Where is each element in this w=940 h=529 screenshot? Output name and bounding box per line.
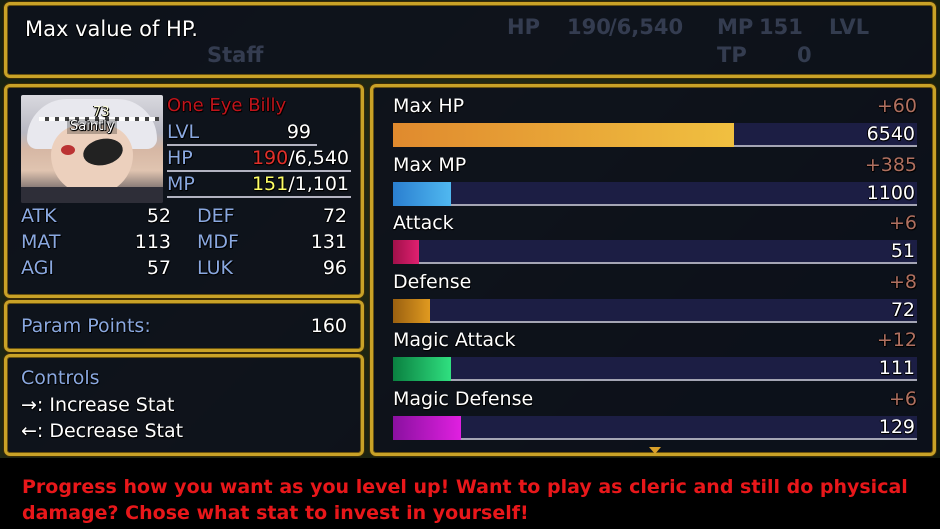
stat-gauge-fill (393, 181, 451, 206)
stat-row-max-hp[interactable]: Max HP +60 6540 (389, 95, 919, 153)
stat-gauge (393, 181, 917, 206)
state-tag: 73 Saintly (23, 97, 161, 134)
stat-bonus: +60 (876, 95, 917, 117)
stat-value: 1100 (866, 181, 915, 204)
mp-value: 151/1,101 (193, 173, 349, 195)
stat-bonus: +385 (864, 153, 917, 176)
level-badge: 73 (93, 105, 110, 120)
stat-row-attack[interactable]: Attack +6 51 (389, 212, 919, 270)
param-value: 113 (134, 231, 171, 253)
increase-hint: →: Increase Stat (21, 394, 175, 416)
actor-name: One Eye Billy (167, 95, 287, 116)
stat-name: Max MP (393, 153, 467, 176)
param-value: 96 (322, 257, 347, 279)
hp-label: HP (167, 147, 193, 169)
level-value: 99 (286, 121, 311, 143)
mp-max: /1,101 (288, 173, 349, 195)
bg-hp-label: HP (507, 15, 540, 39)
stat-name: Attack (393, 212, 454, 235)
stat-value: 51 (890, 240, 915, 263)
bg-mp-cur: 151 (759, 15, 803, 39)
hp-value: 190/6,540 (193, 147, 349, 169)
stat-bonus: +8 (888, 270, 917, 293)
stat-bonus: +12 (876, 329, 917, 352)
bg-lvl-label: LVL (829, 15, 870, 39)
bg-hp-cur: 190 (567, 15, 611, 39)
mp-label: MP (167, 173, 195, 195)
hp-current: 190 (251, 147, 289, 169)
stat-gauge-fill (393, 240, 420, 265)
hp-max: /6,540 (288, 147, 349, 169)
help-window: HP 190 /6,540 MP 151 LVL Staff TP 0 Max … (4, 2, 936, 78)
stat-value: 6540 (866, 123, 915, 145)
stat-gauge (393, 357, 917, 382)
help-text: Max value of HP. (25, 17, 198, 41)
stat-name: Magic Defense (393, 388, 534, 410)
param-value: 57 (146, 257, 171, 279)
param-value: 131 (310, 231, 347, 253)
stat-value: 111 (878, 357, 915, 380)
stat-gauge-fill (393, 123, 734, 147)
stat-gauge-fill (393, 298, 430, 323)
stat-value: 72 (890, 298, 915, 321)
stat-name: Defense (393, 270, 472, 293)
decrease-hint: ←: Decrease Stat (21, 420, 184, 442)
bg-hp-max: /6,540 (609, 15, 684, 39)
bg-tp-label: TP (717, 43, 747, 67)
stat-row-defense[interactable]: Defense +8 72 (389, 271, 919, 329)
divider (167, 144, 317, 146)
stat-gauge (393, 416, 917, 440)
stat-gauge-fill (393, 416, 462, 440)
scroll-down-icon[interactable] (649, 447, 661, 454)
divider (167, 196, 351, 198)
param-value: 72 (322, 205, 347, 227)
level-label: LVL (167, 121, 200, 143)
promo-caption: Progress how you want as you level up! W… (22, 476, 908, 524)
stat-gauge (393, 298, 917, 323)
bg-tp-val: 0 (797, 43, 812, 67)
param-points-label: Param Points: (21, 315, 151, 337)
stat-name: Max HP (393, 95, 465, 117)
stat-name: Magic Attack (393, 329, 516, 352)
stat-row-magic-attack[interactable]: Magic Attack +12 111 (389, 329, 919, 387)
stat-row-magic-defense[interactable]: Magic Defense +6 129 (389, 388, 919, 446)
stat-value: 129 (878, 416, 915, 438)
stat-list-window: Max HP +60 6540 Max MP +385 1100 Attack +6 51 Def… (370, 84, 936, 456)
param-label: AGI (21, 257, 54, 279)
param-label: MAT (21, 231, 61, 253)
stat-bonus: +6 (888, 212, 917, 235)
bg-staff: Staff (207, 43, 264, 67)
stat-bonus: +6 (888, 388, 917, 410)
controls-title: Controls (21, 367, 100, 389)
actor-status-window: 73 Saintly One Eye Billy LVL 99 HP 190/6… (4, 84, 364, 298)
param-label: LUK (197, 257, 234, 279)
divider (167, 170, 351, 172)
controls-window: Controls →: Increase Stat ←: Decrease St… (4, 354, 364, 456)
stat-row-max-mp[interactable]: Max MP +385 1100 (389, 154, 919, 212)
param-points-window: Param Points: 160 (4, 300, 364, 352)
state-name: Saintly (67, 119, 118, 134)
stat-gauge (393, 123, 917, 147)
param-label: ATK (21, 205, 57, 227)
param-label: MDF (197, 231, 239, 253)
param-label: DEF (197, 205, 235, 227)
param-value: 52 (146, 205, 171, 227)
param-points-value: 160 (310, 315, 347, 337)
mp-current: 151 (251, 173, 289, 195)
stat-gauge (393, 240, 917, 265)
stat-gauge-fill (393, 357, 451, 382)
bg-mp-label: MP (717, 15, 754, 39)
